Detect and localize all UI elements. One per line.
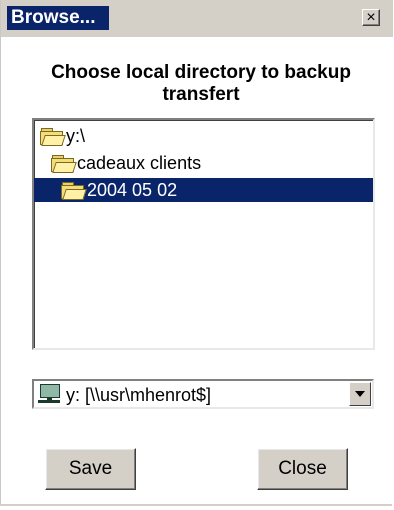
open-folder-icon (51, 154, 77, 173)
drive-dropdown-button[interactable] (349, 382, 371, 406)
close-icon: × (366, 9, 376, 26)
tree-item-label: 2004 05 02 (87, 179, 178, 200)
tree-item-label: y:\ (66, 125, 86, 146)
close-window-button[interactable]: × (362, 9, 380, 26)
close-button[interactable]: Close (257, 448, 348, 490)
chevron-down-icon (355, 391, 365, 397)
save-button[interactable]: Save (45, 448, 136, 490)
open-folder-icon (61, 181, 87, 200)
tree-item-2004-05-02[interactable]: 2004 05 02 (34, 178, 373, 202)
directory-tree[interactable]: y:\ cadeaux clients 2004 05 02 (32, 118, 375, 350)
open-folder-icon (40, 127, 66, 146)
tree-item-label: cadeaux clients (77, 152, 202, 173)
title-bar: Browse... × (1, 0, 393, 37)
drive-select-value: y: [\\usr\mhenrot$] (66, 385, 212, 405)
drive-select[interactable]: y: [\\usr\mhenrot$] (32, 379, 374, 409)
window-title: Browse... (7, 6, 110, 30)
dialog-prompt: Choose local directory to backup transfe… (51, 62, 351, 105)
tree-item-cadeaux-clients[interactable]: cadeaux clients (51, 151, 201, 175)
network-drive-icon (38, 384, 62, 404)
browse-dialog: Browse... × Choose local directory to ba… (0, 0, 393, 506)
tree-item-root[interactable]: y:\ (40, 124, 85, 148)
